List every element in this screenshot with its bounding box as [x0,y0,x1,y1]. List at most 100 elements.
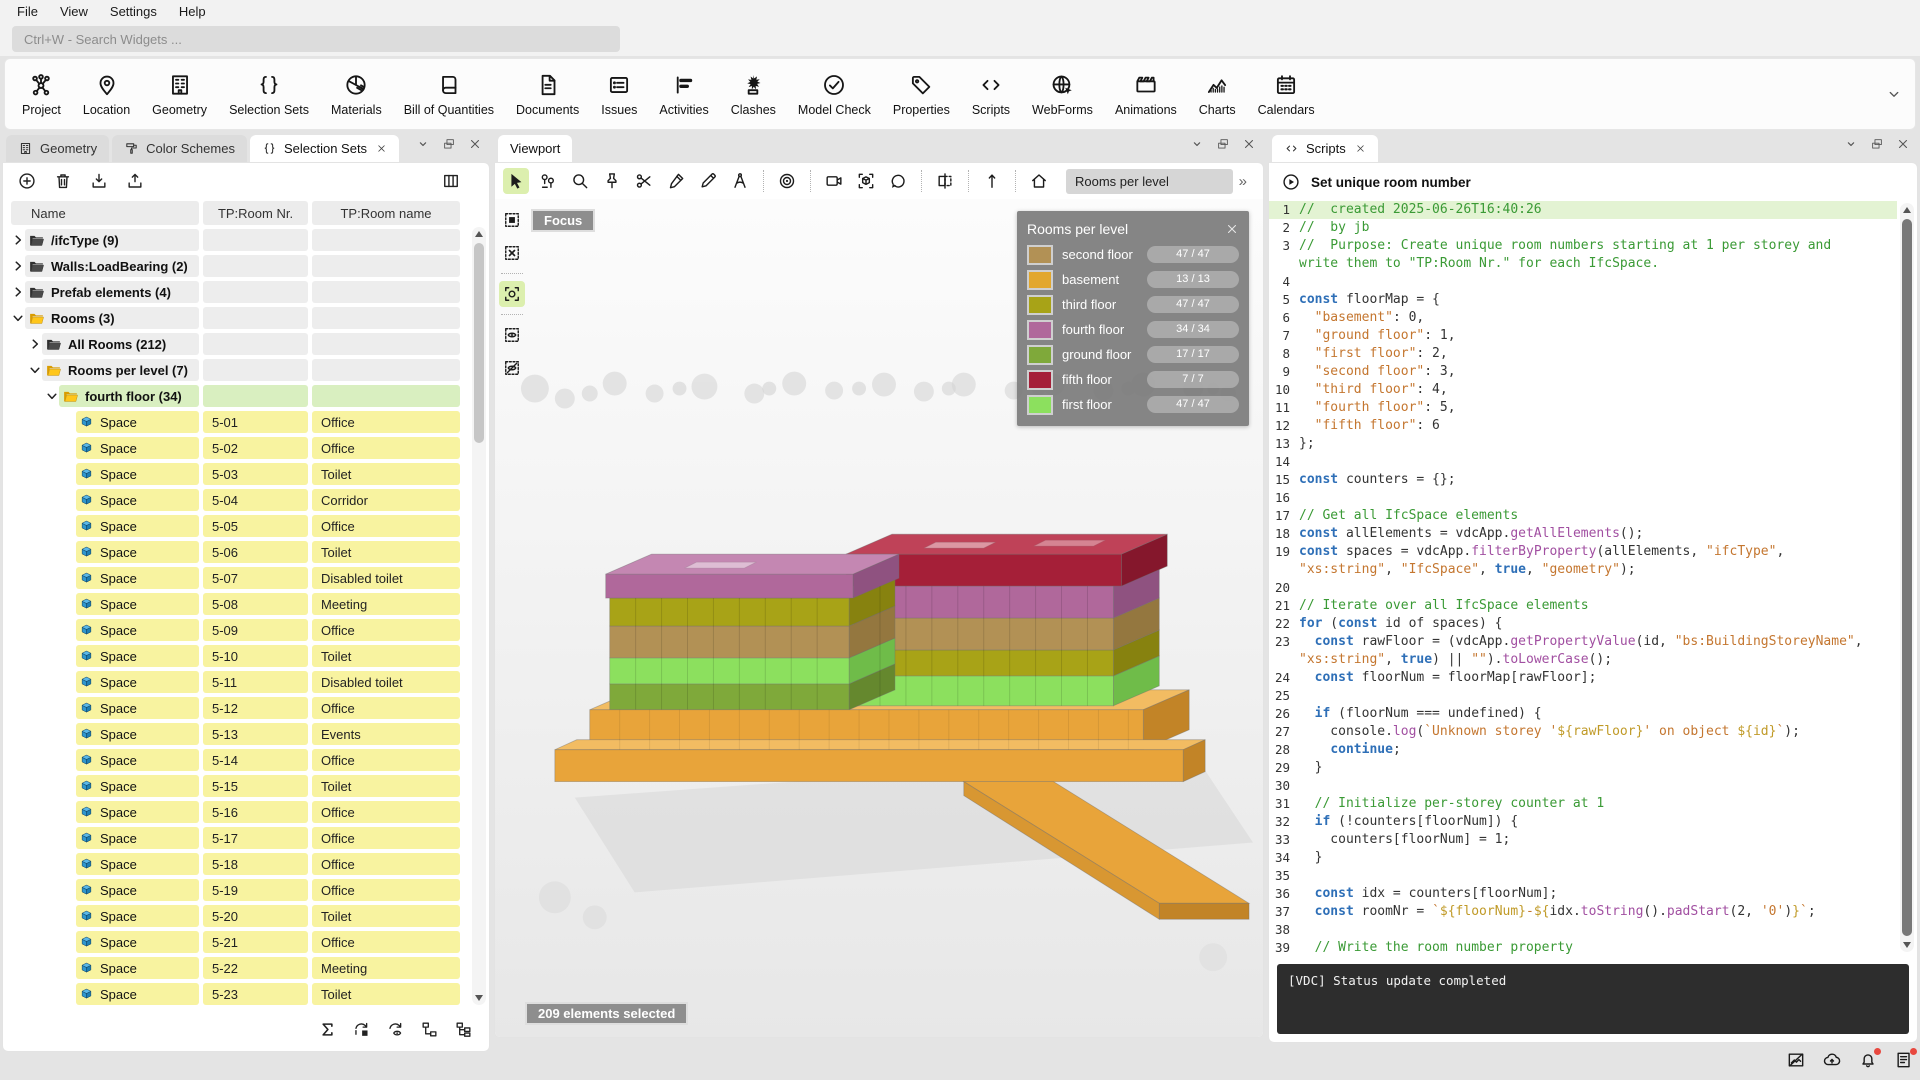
side-tool-focus-target[interactable] [499,281,525,307]
sync-eye-icon[interactable] [386,1020,405,1039]
tool-pencil[interactable] [695,168,721,194]
legend-row-second-floor[interactable]: second floor47 / 47 [1027,242,1239,267]
legend-row-ground-floor[interactable]: ground floor17 / 17 [1027,342,1239,367]
table-row-space[interactable]: Space5-10Toilet [3,643,467,669]
viewport-canvas[interactable]: Focus Rooms per level second floor47 / 4… [495,199,1263,1037]
legend-row-third-floor[interactable]: third floor47 / 47 [1027,292,1239,317]
ribbon-project[interactable]: Project [11,72,72,117]
panel-menu-icon[interactable] [1190,137,1204,151]
chevron-right-icon[interactable] [28,337,42,351]
ribbon-geometry[interactable]: Geometry [141,72,218,117]
legend-row-fourth-floor[interactable]: fourth floor34 / 34 [1027,317,1239,342]
float-window-icon[interactable] [1870,137,1884,151]
side-tool-frame-show[interactable] [499,322,525,348]
tool-eye-target[interactable] [774,168,800,194]
status-cloud[interactable] [1822,1050,1842,1070]
menu-view[interactable]: View [49,2,99,21]
ribbon-activities[interactable]: Activities [648,72,719,117]
table-row-space[interactable]: Space5-22Meeting [3,955,467,981]
tool-pin[interactable] [599,168,625,194]
ribbon-webforms[interactable]: WebForms [1021,72,1104,117]
table-row-space[interactable]: Space5-03Toilet [3,461,467,487]
table-row-folder[interactable]: fourth floor (34) [3,383,467,409]
tool-scissors[interactable] [631,168,657,194]
table-row-space[interactable]: Space5-16Office [3,799,467,825]
table-row-space[interactable]: Space5-11Disabled toilet [3,669,467,695]
table-row-folder[interactable]: Rooms per level (7) [3,357,467,383]
code-scrollbar[interactable] [1900,203,1914,952]
export-button-icon[interactable] [125,171,145,191]
tool-cube-frame[interactable] [853,168,879,194]
status-log[interactable] [1894,1050,1914,1070]
status-image-off[interactable] [1786,1050,1806,1070]
tool-section[interactable] [932,168,958,194]
color-scheme-select[interactable]: Rooms per level [1066,169,1233,194]
scroll-down-icon[interactable] [1903,942,1911,948]
sync-box-icon[interactable] [352,1020,371,1039]
sigma-icon[interactable] [318,1020,337,1039]
tool-orbit[interactable] [885,168,911,194]
tool-cursor[interactable] [503,168,529,194]
float-window-icon[interactable] [1216,137,1230,151]
ribbon-location[interactable]: Location [72,72,141,117]
column-header-tp-room-nr-[interactable]: TP:Room Nr. [203,201,308,225]
float-window-icon[interactable] [442,137,456,151]
ribbon-bill-of-quantities[interactable]: Bill of Quantities [393,72,505,117]
table-row-space[interactable]: Space5-02Office [3,435,467,461]
panel-menu-icon[interactable] [416,137,430,151]
table-row-space[interactable]: Space5-20Toilet [3,903,467,929]
chevron-right-icon[interactable] [11,233,25,247]
tab-color-schemes[interactable]: Color Schemes [112,135,247,162]
table-row-space[interactable]: Space5-19Office [3,877,467,903]
tool-home[interactable] [1026,168,1052,194]
import-button-icon[interactable] [89,171,109,191]
toolbar-overflow[interactable]: » [1239,173,1255,190]
ribbon-selection-sets[interactable]: Selection Sets [218,72,320,117]
close-panel-icon[interactable] [468,137,482,151]
hierarchy-alt-icon[interactable] [454,1020,473,1039]
chevron-down-icon[interactable] [28,363,42,377]
legend-swatch[interactable] [1027,395,1053,415]
status-bell[interactable] [1858,1050,1878,1070]
menu-help[interactable]: Help [168,2,217,21]
legend-row-basement[interactable]: basement13 / 13 [1027,267,1239,292]
ribbon-charts[interactable]: Charts [1188,72,1247,117]
close-panel-icon[interactable] [1242,137,1256,151]
table-row-space[interactable]: Space5-04Corridor [3,487,467,513]
table-row-space[interactable]: Space5-05Office [3,513,467,539]
chevron-right-icon[interactable] [11,285,25,299]
panel-menu-icon[interactable] [1844,137,1858,151]
hierarchy-icon[interactable] [420,1020,439,1039]
table-row-space[interactable]: Space5-07Disabled toilet [3,565,467,591]
close-tab-icon[interactable] [1355,143,1366,154]
ribbon-issues[interactable]: Issues [590,72,648,117]
table-row-space[interactable]: Space5-23Toilet [3,981,467,1005]
ribbon-documents[interactable]: Documents [505,72,590,117]
close-panel-icon[interactable] [1896,137,1910,151]
trash-button-icon[interactable] [53,171,73,191]
ribbon-materials[interactable]: Materials [320,72,393,117]
chevron-right-icon[interactable] [11,259,25,273]
run-script-icon[interactable] [1281,172,1301,192]
table-row-folder[interactable]: Prefab elements (4) [3,279,467,305]
side-tool-frame-hide[interactable] [499,355,525,381]
ribbon-scripts[interactable]: Scripts [961,72,1021,117]
tab-viewport[interactable]: Viewport [498,135,572,162]
tool-compass[interactable] [727,168,753,194]
table-row-space[interactable]: Space5-08Meeting [3,591,467,617]
tool-zoom[interactable] [567,168,593,194]
tool-multi-select[interactable] [535,168,561,194]
scroll-up-icon[interactable] [1903,207,1911,213]
scroll-down-icon[interactable] [475,995,483,1001]
chevron-down-icon[interactable] [11,311,25,325]
tool-camera[interactable] [821,168,847,194]
table-row-space[interactable]: Space5-15Toilet [3,773,467,799]
chevron-down-icon[interactable] [45,389,59,403]
legend-swatch[interactable] [1027,320,1053,340]
legend-swatch[interactable] [1027,345,1053,365]
script-header[interactable]: Set unique room number [1269,163,1917,201]
legend-swatch[interactable] [1027,370,1053,390]
side-tool-frame-select[interactable] [499,207,525,233]
table-row-folder[interactable]: Rooms (3) [3,305,467,331]
tab-selection-sets[interactable]: Selection Sets [250,135,399,162]
